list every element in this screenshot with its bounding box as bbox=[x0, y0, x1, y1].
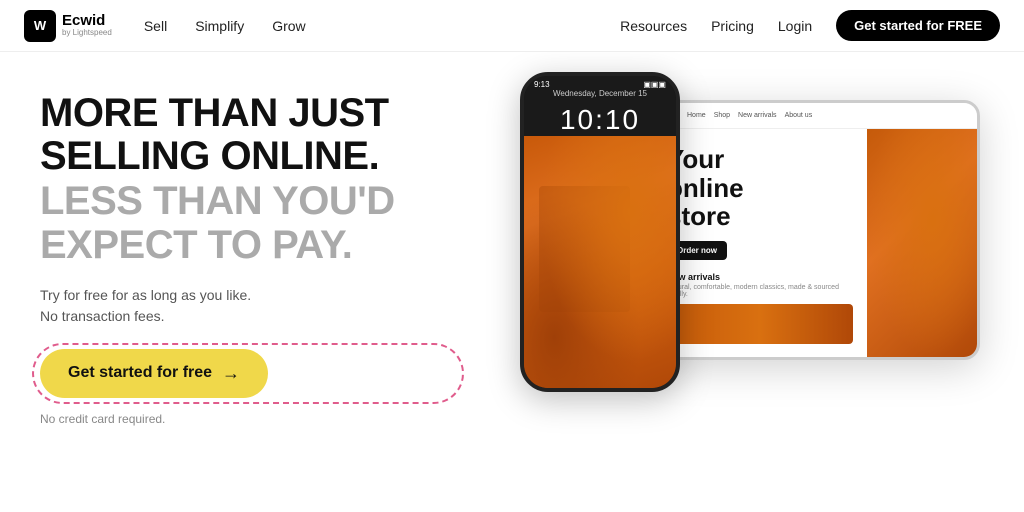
tablet-nav-links: Home Shop New arrivals About us bbox=[687, 112, 812, 119]
tablet-new-arrivals-label: New arrivals bbox=[667, 272, 853, 282]
phone-jacket-image bbox=[524, 136, 676, 388]
tablet-store-line1: Your bbox=[667, 145, 853, 174]
hero-cta-button[interactable]: Get started for free → bbox=[40, 349, 268, 398]
tablet-nav-new-arrivals: New arrivals bbox=[738, 112, 777, 119]
logo-icon: W bbox=[24, 10, 56, 42]
tablet-store-line2: online bbox=[667, 174, 853, 203]
nav-links-right: Resources Pricing Login Get started for … bbox=[620, 10, 1000, 41]
phone-time: 10:10 bbox=[524, 102, 676, 136]
tablet-nav: W Home Shop New arrivals About us bbox=[653, 103, 977, 129]
navbar: W Ecwid by Lightspeed Sell Simplify Grow… bbox=[0, 0, 1024, 52]
hero-headline-black: MORE THAN JUST SELLING ONLINE. bbox=[40, 92, 456, 178]
nav-pricing[interactable]: Pricing bbox=[711, 18, 754, 34]
logo-subtitle: by Lightspeed bbox=[62, 29, 112, 38]
hero-subtext-line1: Try for free for as long as you like. bbox=[40, 287, 251, 303]
nav-links-left: Sell Simplify Grow bbox=[144, 18, 620, 34]
nav-sell[interactable]: Sell bbox=[144, 18, 167, 34]
hero-no-cc: No credit card required. bbox=[40, 412, 456, 426]
phone-mockup: 9:13 ▣▣▣ Wednesday, December 15 10:10 bbox=[520, 72, 680, 392]
tablet-body: Your online store Order now New arrivals… bbox=[653, 129, 977, 357]
hero-section: MORE THAN JUST SELLING ONLINE. LESS THAN… bbox=[0, 52, 1024, 512]
hero-subtext: Try for free for as long as you like. No… bbox=[40, 285, 456, 327]
tablet-new-arrivals-sub: Natural, comfortable, modern classics, m… bbox=[667, 284, 853, 298]
tablet-nav-shop: Shop bbox=[714, 112, 730, 119]
hero-left: MORE THAN JUST SELLING ONLINE. LESS THAN… bbox=[0, 52, 480, 512]
tablet-mockup: W Home Shop New arrivals About us Your o… bbox=[650, 100, 980, 360]
phone-status-bar: 9:13 ▣▣▣ bbox=[524, 76, 676, 89]
nav-simplify[interactable]: Simplify bbox=[195, 18, 244, 34]
tablet-store-line3: store bbox=[667, 202, 853, 231]
tablet-nav-home: Home bbox=[687, 112, 706, 119]
phone-date: Wednesday, December 15 bbox=[524, 89, 676, 98]
hero-right: 9:13 ▣▣▣ Wednesday, December 15 10:10 W … bbox=[480, 52, 1024, 512]
hero-cta-label: Get started for free bbox=[68, 364, 212, 382]
tablet-image-strip bbox=[667, 304, 853, 344]
phone-time-small: 9:13 bbox=[534, 80, 550, 89]
hero-headline-gray: LESS THAN YOU'D EXPECT TO PAY. bbox=[40, 180, 456, 266]
logo[interactable]: W Ecwid by Lightspeed bbox=[24, 10, 112, 42]
tablet-store-heading: Your online store bbox=[667, 145, 853, 231]
phone-screen: 9:13 ▣▣▣ Wednesday, December 15 10:10 bbox=[524, 76, 676, 388]
hero-subtext-line2: No transaction fees. bbox=[40, 308, 165, 324]
nav-grow[interactable]: Grow bbox=[272, 18, 305, 34]
nav-resources[interactable]: Resources bbox=[620, 18, 687, 34]
hero-cta-wrapper: Get started for free → bbox=[40, 349, 456, 398]
tablet-right-jacket-image bbox=[867, 129, 977, 357]
nav-login[interactable]: Login bbox=[778, 18, 812, 34]
tablet-nav-about: About us bbox=[785, 112, 813, 119]
logo-text: Ecwid by Lightspeed bbox=[62, 13, 112, 38]
hero-cta-arrow: → bbox=[222, 363, 240, 384]
logo-name: Ecwid bbox=[62, 13, 112, 30]
phone-signal: ▣▣▣ bbox=[643, 80, 666, 89]
nav-cta-button[interactable]: Get started for FREE bbox=[836, 10, 1000, 41]
tablet-content: Your online store Order now New arrivals… bbox=[653, 129, 867, 357]
phone-jacket-detail bbox=[524, 136, 676, 388]
